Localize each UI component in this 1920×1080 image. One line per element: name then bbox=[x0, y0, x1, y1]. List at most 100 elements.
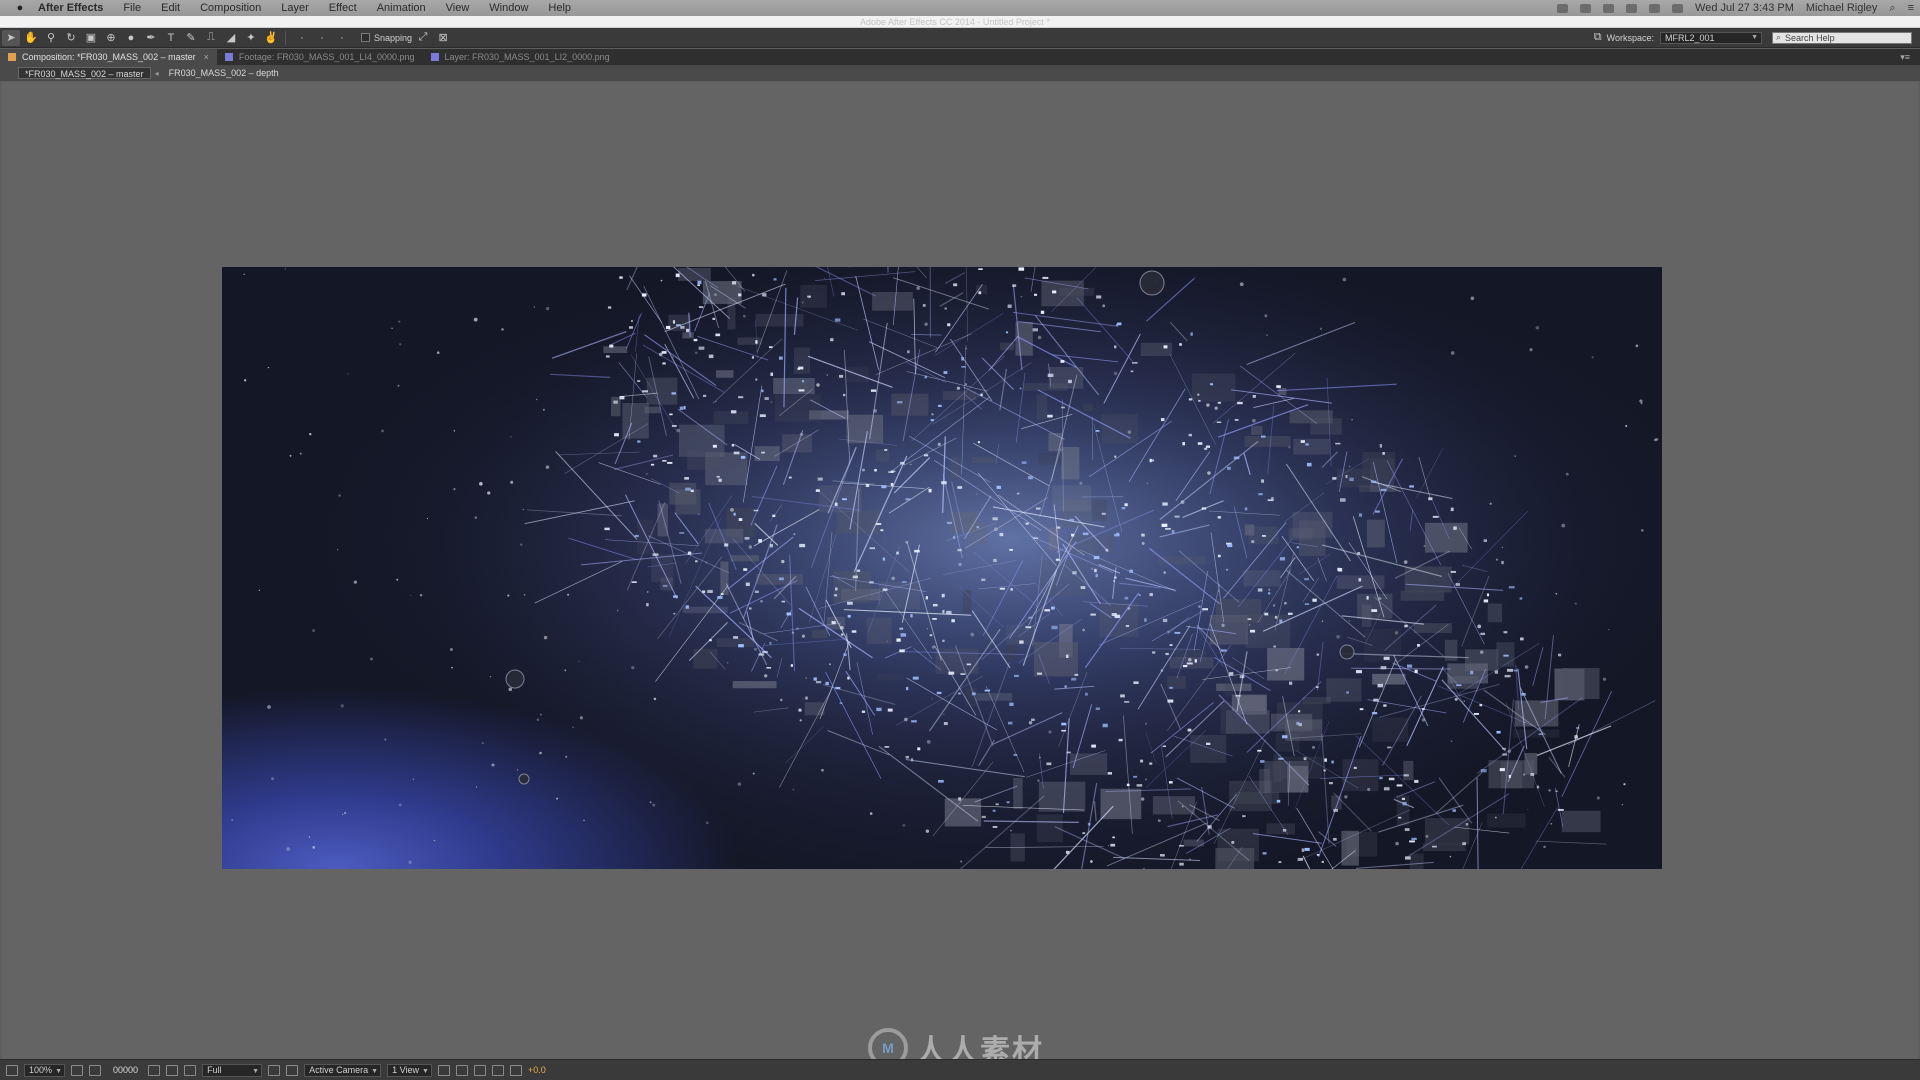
workspace-group: ⧉ Workspace: MFRL2_001 ▼ ⌕ Search Help bbox=[1587, 30, 1920, 46]
snapping-checkbox[interactable] bbox=[361, 33, 370, 42]
apple-menu-icon[interactable]: ● bbox=[12, 2, 28, 14]
axis-local-icon[interactable]: · bbox=[293, 30, 311, 46]
composition-frame[interactable] bbox=[222, 267, 1662, 869]
breadcrumb-current-comp[interactable]: *FR030_MASS_002 – master bbox=[18, 67, 151, 79]
snap-features-icon[interactable]: ⊠ bbox=[434, 30, 452, 46]
rendered-frame-image bbox=[222, 267, 1662, 869]
watermark-logo-letter: M bbox=[882, 1040, 894, 1056]
always-preview-icon[interactable] bbox=[6, 1064, 18, 1076]
eraser-tool-icon[interactable]: ◢ bbox=[222, 30, 240, 46]
menu-effect[interactable]: Effect bbox=[319, 0, 367, 16]
flowchart-icon[interactable] bbox=[491, 1064, 504, 1076]
viewer-controls-bar: 100% ▼ 00000 Full ▼ Active Camera ▼ 1 Vi… bbox=[0, 1059, 1920, 1080]
current-time-field[interactable]: 00000 bbox=[109, 1064, 142, 1077]
toggle-pixel-aspect-icon[interactable] bbox=[437, 1064, 450, 1076]
status-volume-icon[interactable] bbox=[1649, 3, 1661, 13]
axis-world-icon[interactable]: · bbox=[313, 30, 331, 46]
clock[interactable]: Wed Jul 27 3:43 PM bbox=[1689, 2, 1800, 14]
tab-color-swatch bbox=[224, 53, 233, 61]
workspace-select[interactable]: MFRL2_001 ▼ bbox=[1660, 31, 1762, 44]
breadcrumb-separator-icon: ◂ bbox=[154, 68, 159, 78]
menu-app-name[interactable]: After Effects bbox=[28, 0, 113, 16]
notification-center-icon[interactable]: ≡ bbox=[1902, 2, 1920, 14]
snapshot-icon[interactable] bbox=[148, 1064, 161, 1076]
type-tool-icon[interactable]: T bbox=[162, 30, 180, 46]
tab-composition[interactable]: Composition: *FR030_MASS_002 – master × bbox=[0, 49, 217, 65]
spotlight-icon[interactable]: ⌕ bbox=[1883, 2, 1901, 15]
status-dropbox-icon[interactable] bbox=[1580, 3, 1592, 13]
menu-edit[interactable]: Edit bbox=[151, 0, 190, 16]
camera-tool-icon[interactable]: ▣ bbox=[82, 30, 100, 46]
menu-window[interactable]: Window bbox=[479, 0, 538, 16]
exposure-reset-icon[interactable] bbox=[509, 1064, 522, 1076]
magnification-select[interactable]: 100% ▼ bbox=[24, 1063, 66, 1077]
rotate-tool-icon[interactable]: ↻ bbox=[62, 30, 80, 46]
show-snapshot-icon[interactable] bbox=[166, 1064, 179, 1076]
tab-footage[interactable]: Footage: FR030_MASS_001_LI4_0000.png bbox=[217, 49, 423, 65]
pen-tool-icon[interactable]: ✒ bbox=[142, 30, 160, 46]
tab-layer[interactable]: Layer: FR030_MASS_001_LI2_0000.png bbox=[423, 49, 618, 65]
puppet-tool-icon[interactable]: ✌ bbox=[262, 30, 280, 46]
composition-viewer[interactable] bbox=[2, 82, 1918, 1059]
workspace-label: Workspace: bbox=[1606, 32, 1654, 43]
region-of-interest-icon[interactable] bbox=[268, 1064, 281, 1076]
mask-visibility-icon[interactable] bbox=[89, 1064, 102, 1076]
brush-tool-icon[interactable]: ✎ bbox=[182, 30, 200, 46]
tab-color-swatch bbox=[430, 53, 439, 61]
roto-brush-tool-icon[interactable]: ✦ bbox=[242, 30, 260, 46]
search-icon: ⌕ bbox=[1776, 32, 1782, 42]
status-battery-icon[interactable] bbox=[1603, 3, 1615, 13]
safe-margins-icon[interactable] bbox=[71, 1064, 84, 1076]
timeline-icon[interactable] bbox=[473, 1064, 486, 1076]
exposure-value[interactable]: +0.0 bbox=[528, 1065, 546, 1075]
fast-previews-icon[interactable] bbox=[455, 1064, 468, 1076]
tab-layer-label: Layer: FR030_MASS_001_LI2_0000.png bbox=[444, 52, 610, 62]
search-help-placeholder: Search Help bbox=[1785, 32, 1835, 43]
chevron-down-icon: ▼ bbox=[252, 1067, 260, 1075]
user-name[interactable]: Michael Rigley bbox=[1800, 2, 1884, 14]
menu-status-area: Wed Jul 27 3:43 PM Michael Rigley ⌕ ≡ bbox=[1551, 0, 1920, 16]
shape-tool-icon[interactable]: ● bbox=[122, 30, 140, 46]
menu-animation[interactable]: Animation bbox=[367, 0, 436, 16]
menu-layer[interactable]: Layer bbox=[271, 0, 319, 16]
camera-view-select[interactable]: Active Camera ▼ bbox=[304, 1063, 382, 1077]
tab-composition-label: Composition: *FR030_MASS_002 – master bbox=[22, 52, 196, 62]
channel-icon[interactable] bbox=[184, 1064, 197, 1076]
status-wifi-icon[interactable] bbox=[1672, 3, 1684, 13]
window-title-bar: Adobe After Effects CC 2014 - Untitled P… bbox=[0, 16, 1920, 28]
composition-breadcrumb: *FR030_MASS_002 – master ◂ FR030_MASS_00… bbox=[0, 65, 1920, 81]
snapping-label: Snapping bbox=[374, 32, 413, 43]
tab-footage-label: Footage: FR030_MASS_001_LI4_0000.png bbox=[238, 52, 415, 62]
menu-composition[interactable]: Composition bbox=[190, 0, 271, 16]
panel-menu-icon[interactable]: ▾≡ bbox=[1900, 52, 1910, 63]
viewer-panel-tabs: Composition: *FR030_MASS_002 – master × … bbox=[0, 49, 1920, 65]
close-icon[interactable]: × bbox=[204, 52, 209, 62]
resolution-select[interactable]: Full ▼ bbox=[202, 1063, 263, 1077]
transparency-grid-icon[interactable] bbox=[286, 1064, 299, 1076]
menu-view[interactable]: View bbox=[436, 0, 480, 16]
zoom-tool-icon[interactable]: ⚲ bbox=[42, 30, 60, 46]
menu-file[interactable]: File bbox=[113, 0, 151, 16]
selection-tool-icon[interactable]: ➤ bbox=[2, 29, 20, 46]
breadcrumb-depth-comp[interactable]: FR030_MASS_002 – depth bbox=[163, 67, 285, 79]
menu-help[interactable]: Help bbox=[538, 0, 581, 16]
hand-tool-icon[interactable]: ✋ bbox=[22, 30, 40, 46]
camera-view-value: Active Camera bbox=[309, 1064, 369, 1075]
pan-behind-tool-icon[interactable]: ⊕ bbox=[102, 30, 120, 46]
status-display-icon[interactable] bbox=[1626, 3, 1638, 13]
search-help-field[interactable]: ⌕ Search Help bbox=[1772, 31, 1912, 44]
clone-stamp-tool-icon[interactable]: ⎍ bbox=[202, 30, 220, 46]
snap-edges-icon[interactable]: ⤢ bbox=[414, 30, 432, 46]
chevron-down-icon: ▼ bbox=[1751, 33, 1758, 41]
axis-view-icon[interactable]: · bbox=[333, 30, 351, 46]
tools-toolbar: ➤ ✋ ⚲ ↻ ▣ ⊕ ● ✒ T ✎ ⎍ ◢ ✦ ✌ · · · Snappi… bbox=[0, 28, 1920, 48]
toolbar-separator bbox=[285, 30, 286, 45]
chevron-down-icon: ▼ bbox=[55, 1067, 63, 1075]
menu-bar: ● After Effects File Edit Composition La… bbox=[0, 0, 1920, 16]
status-sync-icon[interactable] bbox=[1557, 3, 1569, 13]
tab-color-swatch bbox=[8, 53, 16, 61]
workspace-toggle-icon[interactable]: ⧉ bbox=[1589, 30, 1607, 46]
resolution-value: Full bbox=[207, 1064, 222, 1075]
view-layout-select[interactable]: 1 View ▼ bbox=[387, 1063, 432, 1077]
magnification-value: 100% bbox=[29, 1064, 53, 1075]
